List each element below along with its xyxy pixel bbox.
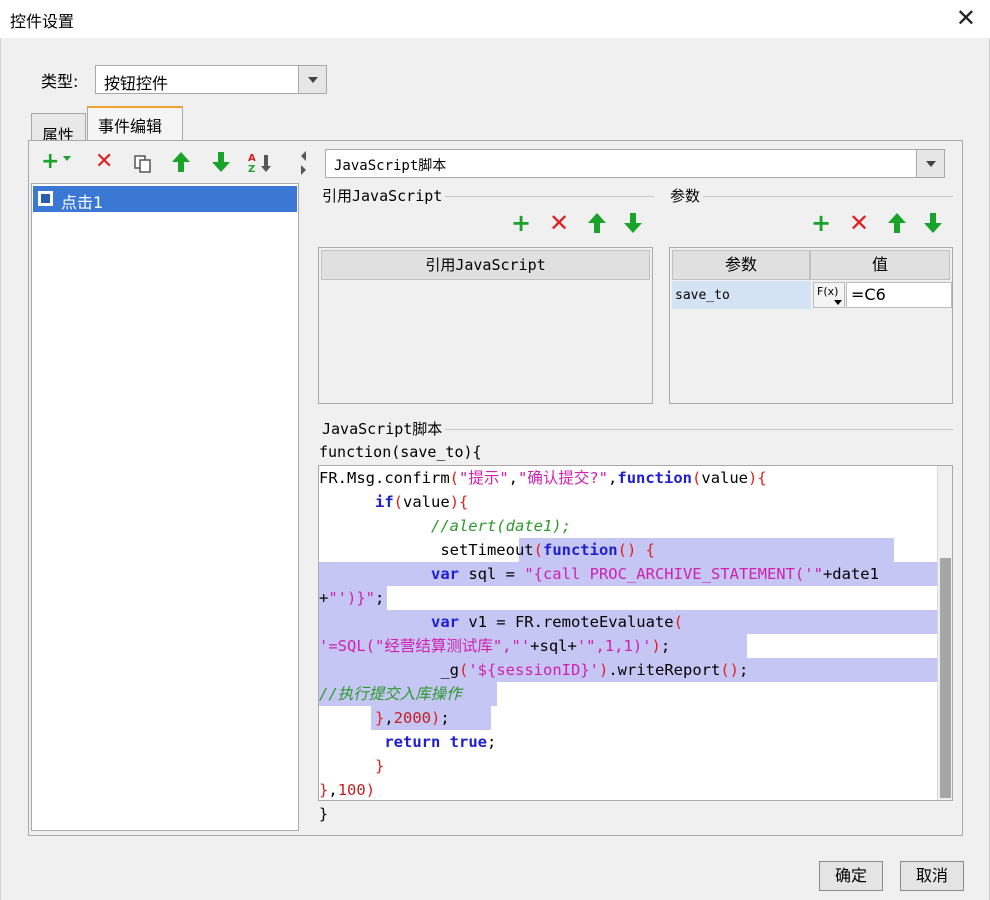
chevron-down-icon[interactable] (63, 156, 71, 161)
divider (669, 196, 953, 197)
close-icon[interactable]: ✕ (956, 5, 976, 31)
add-icon[interactable]: + (511, 209, 531, 237)
script-editor-pane: JavaScript脚本 引用JavaScript + ✕ 引用JavaScri… (311, 147, 961, 831)
list-item[interactable]: 点击1 (33, 186, 297, 212)
chevron-down-icon[interactable] (916, 150, 944, 177)
delete-icon[interactable]: ✕ (549, 209, 569, 237)
ref-js-toolbar: + ✕ (511, 209, 651, 237)
ref-js-section-title: 引用JavaScript (319, 185, 446, 206)
code-line: //alert(date1); (319, 517, 571, 535)
function-header: function(save_to){ (319, 443, 482, 461)
ok-button[interactable]: 确定 (819, 861, 883, 891)
event-list[interactable]: 点击1 (31, 183, 299, 831)
ref-js-column-header: 引用JavaScript (321, 250, 650, 280)
code-line: return true; (384, 733, 497, 751)
event-list-pane: + ✕ AZ 点击1 (31, 147, 299, 831)
code-line: },2000); (319, 706, 491, 730)
add-event-icon[interactable]: + (41, 147, 59, 177)
param-column-header: 参数 (672, 250, 810, 280)
collapse-right-icon[interactable] (301, 165, 306, 175)
event-toolbar: + ✕ AZ (39, 147, 299, 177)
event-label: 点击1 (61, 193, 104, 212)
code-line: } (375, 757, 385, 775)
arrow-up-icon[interactable] (587, 212, 607, 240)
type-select[interactable]: 按钮控件 (95, 65, 327, 94)
formula-button[interactable]: F(x) (813, 282, 845, 308)
add-icon[interactable]: + (811, 209, 831, 237)
window-title: 控件设置 (10, 12, 75, 31)
arrow-up-icon[interactable] (887, 212, 907, 240)
dialog-body: 类型: 按钮控件 属性 事件编辑 + ✕ AZ 点击1 JavaScript脚本… (0, 38, 990, 900)
copy-icon[interactable] (133, 153, 153, 183)
cancel-button[interactable]: 取消 (900, 861, 964, 891)
type-select-value: 按钮控件 (104, 74, 169, 93)
code-line: var v1 = FR.remoteEvaluate( (319, 610, 939, 634)
tab-event-edit[interactable]: 事件编辑 (87, 106, 183, 141)
param-value-input[interactable]: =C6 (846, 282, 952, 308)
code-line: setTimeout(function() { (319, 538, 894, 562)
param-table[interactable]: 参数 值 save_to F(x) =C6 (669, 247, 953, 404)
sort-icon[interactable]: AZ (247, 151, 271, 182)
code-editor[interactable]: FR.Msg.confirm("提示","确认提交?",function(val… (318, 465, 953, 801)
arrow-down-icon[interactable] (211, 151, 231, 182)
collapse-left-icon[interactable] (301, 151, 306, 161)
ref-js-table[interactable]: 引用JavaScript (318, 247, 653, 404)
svg-text:A: A (248, 153, 256, 164)
code-line: +"')}"; (319, 586, 387, 610)
code-scrollbar[interactable] (937, 466, 952, 800)
arrow-down-icon[interactable] (623, 212, 643, 240)
code-line: //执行提交入库操作 (319, 682, 497, 706)
chevron-down-icon[interactable] (298, 66, 326, 93)
event-edit-panel: + ✕ AZ 点击1 JavaScript脚本 引用JavaScript + ✕… (28, 140, 963, 836)
script-section-title: JavaScript脚本 (319, 418, 446, 439)
script-type-select[interactable]: JavaScript脚本 (325, 149, 945, 178)
table-row[interactable]: save_to F(x) =C6 (672, 281, 952, 309)
event-icon (38, 191, 53, 206)
delete-icon[interactable]: ✕ (95, 147, 113, 177)
code-line: FR.Msg.confirm("提示","确认提交?",function(val… (319, 469, 767, 487)
code-line: },100) (319, 781, 376, 799)
code-line: var sql = "{call PROC_ARCHIVE_STATEMENT(… (319, 562, 939, 586)
script-type-value: JavaScript脚本 (334, 158, 447, 174)
param-name-cell[interactable]: save_to (672, 281, 811, 309)
pane-splitter[interactable] (300, 147, 308, 831)
arrow-down-icon[interactable] (923, 212, 943, 240)
param-toolbar: + ✕ (811, 209, 953, 237)
title-bar: 控件设置 ✕ (0, 0, 990, 38)
code-line: if(value){ (375, 493, 469, 511)
code-line: _g('${sessionID}').writeReport(); (319, 658, 939, 682)
type-label: 类型: (41, 72, 79, 91)
param-section-title: 参数 (667, 185, 704, 206)
function-footer: } (319, 805, 329, 823)
arrow-up-icon[interactable] (171, 151, 191, 182)
value-column-header: 值 (810, 250, 950, 280)
svg-text:Z: Z (248, 164, 255, 173)
code-line: '=SQL("经营结算测试库","'+sql+'",1,1)'); (319, 634, 747, 658)
delete-icon[interactable]: ✕ (849, 209, 869, 237)
scrollbar-thumb[interactable] (940, 558, 951, 798)
